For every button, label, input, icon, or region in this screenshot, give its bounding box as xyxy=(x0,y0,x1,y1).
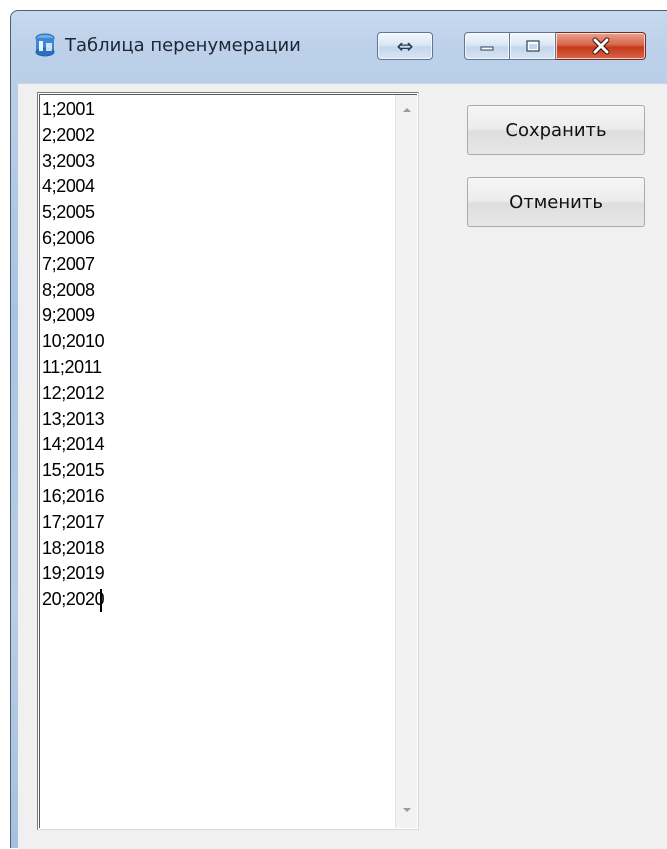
text-line: 7;2007 xyxy=(42,253,95,274)
text-lines[interactable]: 1;2001 2;2002 3;2003 4;2004 5;2005 6;2006 7;20… xyxy=(42,97,387,613)
chevron-down-icon xyxy=(402,807,411,812)
swap-icon: ⇔ xyxy=(396,34,414,58)
text-line: 10;2010 xyxy=(42,331,105,352)
app-window: Таблица перенумерации ⇔ 1;2001 2;2002 3;2 xyxy=(10,10,667,849)
close-icon xyxy=(592,37,609,55)
text-line: 19;2019 xyxy=(42,563,105,584)
chevron-up-icon xyxy=(402,107,411,112)
dialog-body: 1;2001 2;2002 3;2003 4;2004 5;2005 6;2006 7;20… xyxy=(18,83,667,849)
swap-button[interactable]: ⇔ xyxy=(377,32,433,60)
renumbering-text-area[interactable]: 1;2001 2;2002 3;2003 4;2004 5;2005 6;2006 7;20… xyxy=(37,92,419,830)
text-line: 12;2012 xyxy=(42,382,105,403)
text-line: 5;2005 xyxy=(42,202,95,223)
text-line: 11;2011 xyxy=(42,356,102,377)
text-line: 6;2006 xyxy=(42,227,95,248)
scroll-down-button[interactable] xyxy=(396,799,417,820)
text-line: 14;2014 xyxy=(42,434,105,455)
text-line: 16;2016 xyxy=(42,485,105,506)
text-area-inner: 1;2001 2;2002 3;2003 4;2004 5;2005 6;2006 7;20… xyxy=(39,94,417,828)
save-button[interactable]: Сохранить xyxy=(467,105,645,155)
text-line: 17;2017 xyxy=(42,511,105,532)
cancel-button[interactable]: Отменить xyxy=(467,177,645,227)
text-line: 8;2008 xyxy=(42,279,95,300)
vertical-scrollbar[interactable] xyxy=(395,95,417,828)
maximize-button[interactable] xyxy=(510,32,556,60)
maximize-icon xyxy=(525,40,540,52)
app-icon xyxy=(33,32,57,58)
scroll-up-button[interactable] xyxy=(396,99,417,120)
title-bar[interactable]: Таблица перенумерации ⇔ xyxy=(11,11,667,81)
close-button[interactable] xyxy=(556,32,646,60)
text-caret xyxy=(100,589,102,613)
window-title: Таблица перенумерации xyxy=(65,35,301,56)
text-line: 1;2001 xyxy=(42,99,95,119)
minimize-button[interactable] xyxy=(464,32,510,60)
text-line: 20;2020 xyxy=(42,587,387,613)
text-line: 3;2003 xyxy=(42,150,95,171)
text-line: 4;2004 xyxy=(42,176,95,197)
text-line: 2;2002 xyxy=(42,124,95,145)
text-line: 13;2013 xyxy=(42,408,105,429)
minimize-icon xyxy=(480,46,494,51)
text-line: 18;2018 xyxy=(42,537,105,558)
text-line: 15;2015 xyxy=(42,460,105,481)
text-line: 9;2009 xyxy=(42,305,95,326)
